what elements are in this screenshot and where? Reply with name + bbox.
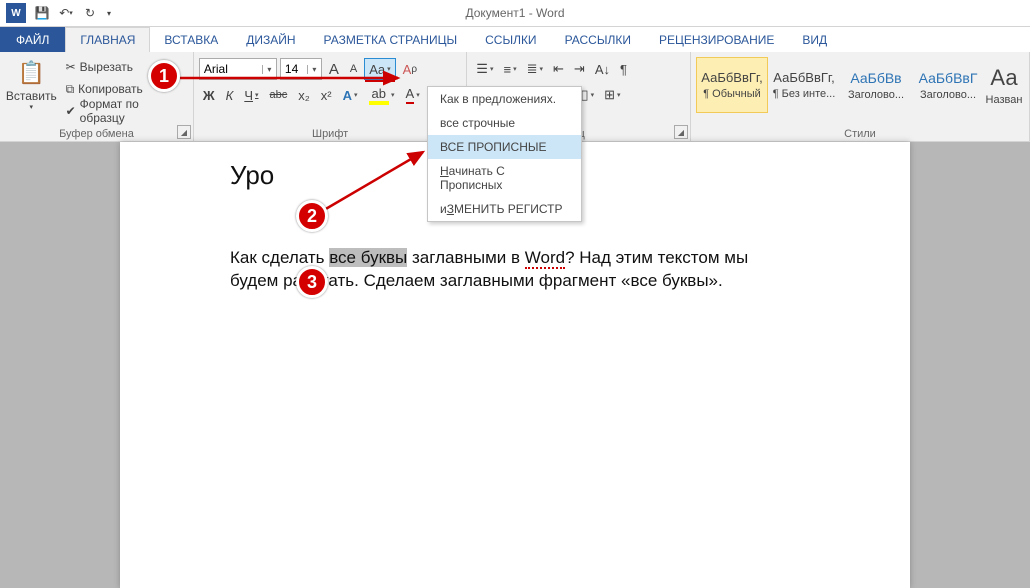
tab-design[interactable]: ДИЗАЙН <box>232 27 309 52</box>
tab-references[interactable]: ССЫЛКИ <box>471 27 550 52</box>
group-styles: АаБбВвГг, ¶ Обычный АаБбВвГг, ¶ Без инте… <box>691 52 1030 141</box>
chevron-down-icon[interactable]: ▾ <box>307 65 321 74</box>
highlighter-icon: ab <box>369 86 389 105</box>
subscript-button[interactable]: x₂ <box>294 84 314 106</box>
underline-button[interactable]: Ч <box>240 84 262 106</box>
strikethrough-button[interactable]: abc <box>266 84 292 106</box>
paste-label: Вставить <box>6 89 57 103</box>
change-case-menu: Как в предложениях. все строчные ВСЕ ПРО… <box>427 86 582 222</box>
group-label-font: Шрифт <box>194 128 466 140</box>
clear-format-button[interactable]: Aρ <box>399 58 421 80</box>
tab-review[interactable]: РЕЦЕНЗИРОВАНИЕ <box>645 27 788 52</box>
font-size-input[interactable] <box>281 59 307 79</box>
paste-icon: 📋 <box>15 57 47 89</box>
annotation-3: 3 <box>296 266 328 298</box>
tab-insert[interactable]: ВСТАВКА <box>150 27 232 52</box>
tab-file[interactable]: ФАЙЛ <box>0 27 65 52</box>
case-sentence[interactable]: Как в предложениях. <box>428 87 581 111</box>
case-lower[interactable]: все строчные <box>428 111 581 135</box>
title-bar: W 💾 ↶▾ ↻ ▾ Документ1 - Word <box>0 0 1030 27</box>
numbering-button[interactable]: ≡ <box>499 58 520 80</box>
tab-view[interactable]: ВИД <box>788 27 841 52</box>
multilevel-button[interactable]: ≣ <box>523 58 547 80</box>
font-name-combo[interactable]: ▾ <box>199 58 277 80</box>
font-color-button[interactable]: A <box>402 84 424 106</box>
bold-button[interactable]: Ж <box>199 84 219 106</box>
paste-button[interactable]: 📋 Вставить ▾ <box>5 55 58 125</box>
app-icon: W <box>6 3 26 23</box>
decrease-indent-button[interactable]: ⇤ <box>549 58 568 80</box>
show-marks-button[interactable]: ¶ <box>616 58 631 80</box>
scissors-icon: ✂ <box>66 60 76 74</box>
style-heading1[interactable]: АаБбВв Заголово... <box>840 57 912 113</box>
window-title: Документ1 - Word <box>465 6 564 20</box>
change-case-button[interactable]: Aa <box>364 58 395 80</box>
qat-customize-icon[interactable]: ▾ <box>102 1 116 25</box>
undo-icon[interactable]: ↶▾ <box>54 1 78 25</box>
clipboard-dialog-launcher[interactable]: ◢ <box>177 125 191 139</box>
shrink-font-button[interactable]: A <box>346 58 361 80</box>
tab-mailings[interactable]: РАССЫЛКИ <box>551 27 645 52</box>
selection[interactable]: все буквы <box>329 248 407 267</box>
tab-layout[interactable]: РАЗМЕТКА СТРАНИЦЫ <box>310 27 472 52</box>
font-size-combo[interactable]: ▾ <box>280 58 322 80</box>
save-icon[interactable]: 💾 <box>30 1 54 25</box>
ribbon-tabs: ФАЙЛ ГЛАВНАЯ ВСТАВКА ДИЗАЙН РАЗМЕТКА СТР… <box>0 27 1030 52</box>
style-no-spacing[interactable]: АаБбВвГг, ¶ Без инте... <box>768 57 840 113</box>
group-label-clipboard: Буфер обмена <box>0 128 193 140</box>
style-title[interactable]: Аа Назван <box>984 57 1024 113</box>
brush-icon: ✔ <box>66 104 76 118</box>
annotation-1: 1 <box>148 60 180 92</box>
group-label-styles: Стили <box>691 128 1029 140</box>
increase-indent-button[interactable]: ⇥ <box>570 58 589 80</box>
case-toggle[interactable]: иЗМЕНИТЬ РЕГИСТР <box>428 197 581 221</box>
tab-home[interactable]: ГЛАВНАЯ <box>65 27 150 53</box>
paragraph-dialog-launcher[interactable]: ◢ <box>674 125 688 139</box>
grow-font-button[interactable]: A <box>325 58 343 80</box>
font-name-input[interactable] <box>200 59 262 79</box>
style-heading2[interactable]: АаБбВвГ Заголово... <box>912 57 984 113</box>
chevron-down-icon[interactable]: ▾ <box>262 65 276 74</box>
case-capitalize[interactable]: Начинать С Прописных <box>428 159 581 197</box>
annotation-2: 2 <box>296 200 328 232</box>
superscript-button[interactable]: x² <box>317 84 336 106</box>
quick-access-toolbar: 💾 ↶▾ ↻ ▾ <box>30 1 116 25</box>
bullets-button[interactable]: ☰ <box>472 58 497 80</box>
italic-button[interactable]: К <box>222 84 238 106</box>
text-effects-button[interactable]: A <box>339 84 362 106</box>
format-painter-button[interactable]: ✔Формат по образцу <box>62 101 188 121</box>
redo-icon[interactable]: ↻ <box>78 1 102 25</box>
style-normal[interactable]: АаБбВвГг, ¶ Обычный <box>696 57 768 113</box>
case-upper[interactable]: ВСЕ ПРОПИСНЫЕ <box>428 135 581 159</box>
borders-button[interactable]: ⊞ <box>600 84 624 106</box>
copy-icon: ⧉ <box>66 82 75 97</box>
sort-button[interactable]: A↓ <box>591 58 614 80</box>
highlight-button[interactable]: ab <box>365 84 399 106</box>
